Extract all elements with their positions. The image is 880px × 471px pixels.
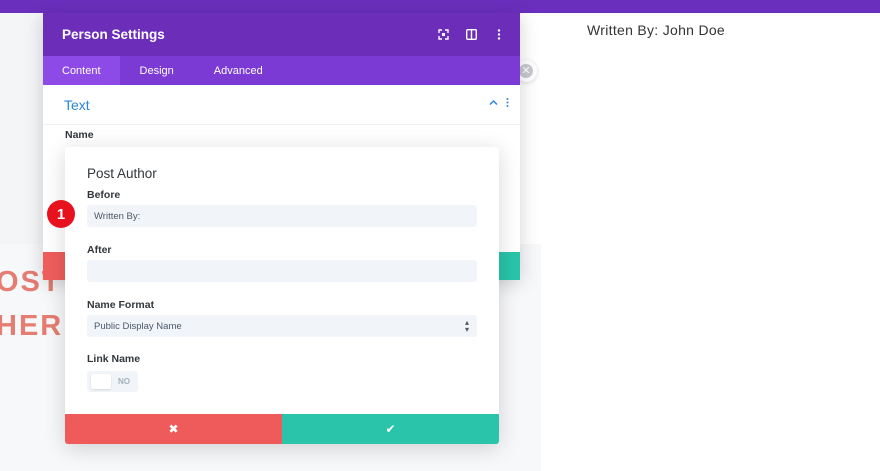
page-top-bar [0,0,880,13]
check-icon: ✔ [385,422,396,436]
author-byline: Written By: John Doe [587,22,726,38]
after-input[interactable] [87,260,477,282]
more-vertical-icon[interactable] [492,27,506,41]
toggle-state: NO [118,377,130,386]
name-format-select[interactable]: Public Display Name ▴ ▾ [87,315,477,337]
panel-tabs: Content Design Advanced [43,56,520,85]
cancel-button[interactable]: ✖ [65,414,282,444]
panel-title: Person Settings [62,27,165,42]
tab-advanced[interactable]: Advanced [194,56,283,85]
after-label: After [87,244,112,256]
close-icon: ✖ [168,422,179,436]
toggle-knob [91,374,111,389]
close-icon: ✕ [519,64,533,78]
name-format-value: Public Display Name [94,321,182,332]
section-title: Text [64,97,90,113]
focus-icon[interactable] [436,27,450,41]
confirm-button[interactable]: ✔ [282,414,499,444]
chevron-up-icon[interactable] [489,98,498,110]
tab-content[interactable]: Content [43,56,120,85]
before-input[interactable]: Written By: [87,205,477,227]
name-field-label: Name [65,129,94,141]
text-section-header[interactable]: Text [43,85,520,125]
columns-icon[interactable] [464,27,478,41]
name-format-label: Name Format [87,299,155,311]
tab-design[interactable]: Design [120,56,194,85]
post-author-popup: Post Author Before Written By: After Nam… [65,147,499,444]
popup-title: Post Author [87,166,157,181]
panel-header: Person Settings [43,13,520,56]
step-badge: 1 [47,200,75,228]
before-label: Before [87,189,121,201]
background-heading-line-2: HER [0,310,64,342]
select-arrows-icon: ▴ ▾ [464,318,469,334]
link-name-toggle[interactable]: NO [87,371,138,392]
section-more-icon[interactable] [506,98,509,110]
link-name-label: Link Name [87,353,141,365]
